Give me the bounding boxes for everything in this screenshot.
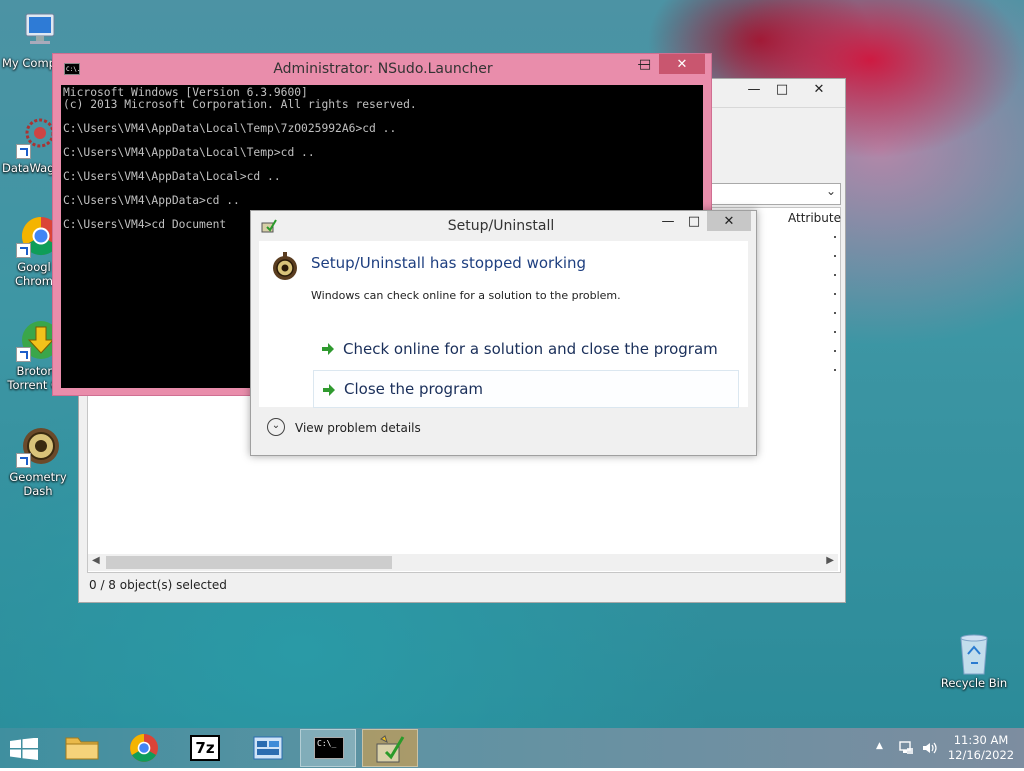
console-line: C:\Users\VM4\AppData\Local\Temp>cd .. bbox=[63, 146, 315, 159]
minimize-button[interactable]: — bbox=[741, 79, 767, 99]
status-bar-text: 0 / 8 object(s) selected bbox=[89, 578, 227, 592]
desktop-icon-geometry-dash[interactable]: Geometry Dash bbox=[0, 424, 76, 498]
maximize-button[interactable]: □ bbox=[769, 79, 795, 99]
windows-logo-icon bbox=[10, 737, 38, 760]
taskbar-control-panel[interactable] bbox=[240, 729, 296, 767]
clock[interactable]: 11:30 AM 12/16/2022 bbox=[944, 733, 1018, 763]
scroll-left-icon[interactable]: ◀ bbox=[92, 555, 100, 566]
error-dialog[interactable]: Setup/Uninstall — □ ✕ Setup/Uninstall ha… bbox=[250, 210, 757, 456]
control-panel-icon bbox=[253, 736, 283, 760]
taskbar: 7z C:\_ ▲ 11:30 AM 12/16/2022 bbox=[0, 728, 1024, 768]
7zip-icon: 7z bbox=[190, 735, 220, 761]
taskbar-chrome[interactable] bbox=[116, 729, 172, 767]
computer-icon bbox=[16, 10, 60, 54]
taskbar-file-explorer[interactable] bbox=[54, 729, 110, 767]
geometry-dash-icon bbox=[16, 424, 60, 468]
dialog-heading: Setup/Uninstall has stopped working bbox=[311, 254, 587, 272]
minimize-button[interactable]: — bbox=[655, 211, 681, 231]
console-line: C:\Users\VM4\AppData\Local\Temp\7zO02599… bbox=[63, 122, 397, 135]
console-line: C:\Users\VM4\AppData>cd .. bbox=[63, 194, 240, 207]
green-arrow-icon bbox=[322, 343, 334, 355]
console-icon: C:\_ bbox=[314, 737, 344, 759]
scroll-right-icon[interactable]: ▶ bbox=[826, 555, 834, 566]
console-line: C:\Users\VM4>cd Document bbox=[63, 218, 227, 231]
check-online-label: Check online for a solution and close th… bbox=[343, 340, 718, 358]
expand-details-icon[interactable]: ⌄ bbox=[267, 418, 285, 436]
network-icon[interactable] bbox=[898, 740, 914, 756]
desktop-icon-label: Googl Chrom bbox=[14, 260, 54, 288]
green-arrow-icon bbox=[323, 384, 335, 396]
setup-icon bbox=[376, 735, 405, 763]
clock-date: 12/16/2022 bbox=[947, 748, 1015, 762]
check-online-button[interactable]: Check online for a solution and close th… bbox=[313, 330, 739, 368]
show-hidden-icons-icon[interactable]: ▲ bbox=[876, 741, 883, 751]
close-program-label: Close the program bbox=[344, 380, 484, 398]
desktop-icon-label: Geometry Dash bbox=[9, 470, 67, 498]
desktop: My Comp DataWag Googl Chrom Brotorre Tor… bbox=[0, 0, 1024, 728]
desktop-icon-label: Recycle Bin bbox=[940, 676, 1008, 690]
shortcut-arrow-icon bbox=[16, 144, 31, 159]
address-dropdown[interactable]: ⌄ bbox=[709, 183, 841, 205]
maximize-button[interactable]: □ bbox=[681, 211, 707, 231]
close-button[interactable]: ✕ bbox=[797, 79, 841, 99]
shortcut-arrow-icon bbox=[16, 243, 31, 258]
geometry-dash-app-icon bbox=[271, 251, 299, 283]
shortcut-arrow-icon bbox=[16, 347, 31, 362]
taskbar-setup-uninstall[interactable] bbox=[362, 729, 418, 767]
close-button[interactable]: ✕ bbox=[707, 211, 751, 231]
shortcut-arrow-icon bbox=[16, 453, 31, 468]
console-line: C:\Users\VM4\AppData\Local>cd .. bbox=[63, 170, 281, 183]
desktop-icon-recycle-bin[interactable]: Recycle Bin bbox=[936, 630, 1012, 690]
taskbar-console[interactable]: C:\_ bbox=[300, 729, 356, 767]
scrollbar-thumb[interactable] bbox=[106, 556, 392, 569]
close-button[interactable]: ✕ bbox=[659, 54, 705, 74]
dialog-content: Setup/Uninstall has stopped working Wind… bbox=[259, 241, 748, 408]
dialog-message: Windows can check online for a solution … bbox=[311, 289, 621, 302]
recycle-bin-icon bbox=[952, 630, 996, 675]
horizontal-scrollbar[interactable]: ◀ ▶ bbox=[88, 554, 838, 571]
view-details-link[interactable]: View problem details bbox=[295, 421, 421, 435]
folder-icon bbox=[65, 737, 99, 760]
start-button[interactable] bbox=[10, 737, 38, 760]
clock-time: 11:30 AM bbox=[953, 733, 1009, 747]
chrome-icon bbox=[130, 734, 158, 762]
close-program-button[interactable]: Close the program bbox=[313, 370, 739, 408]
chevron-down-icon: ⌄ bbox=[825, 184, 836, 198]
console-line: (c) 2013 Microsoft Corporation. All righ… bbox=[63, 98, 417, 111]
volume-icon[interactable] bbox=[921, 740, 937, 756]
attribute-cell-markers bbox=[834, 236, 836, 376]
taskbar-7zip[interactable]: 7z bbox=[178, 729, 234, 767]
maximize-button[interactable]: □ bbox=[632, 54, 658, 74]
console-title: Administrator: NSudo.Launcher bbox=[273, 61, 493, 77]
column-header-attribute[interactable]: Attribute bbox=[788, 211, 841, 225]
